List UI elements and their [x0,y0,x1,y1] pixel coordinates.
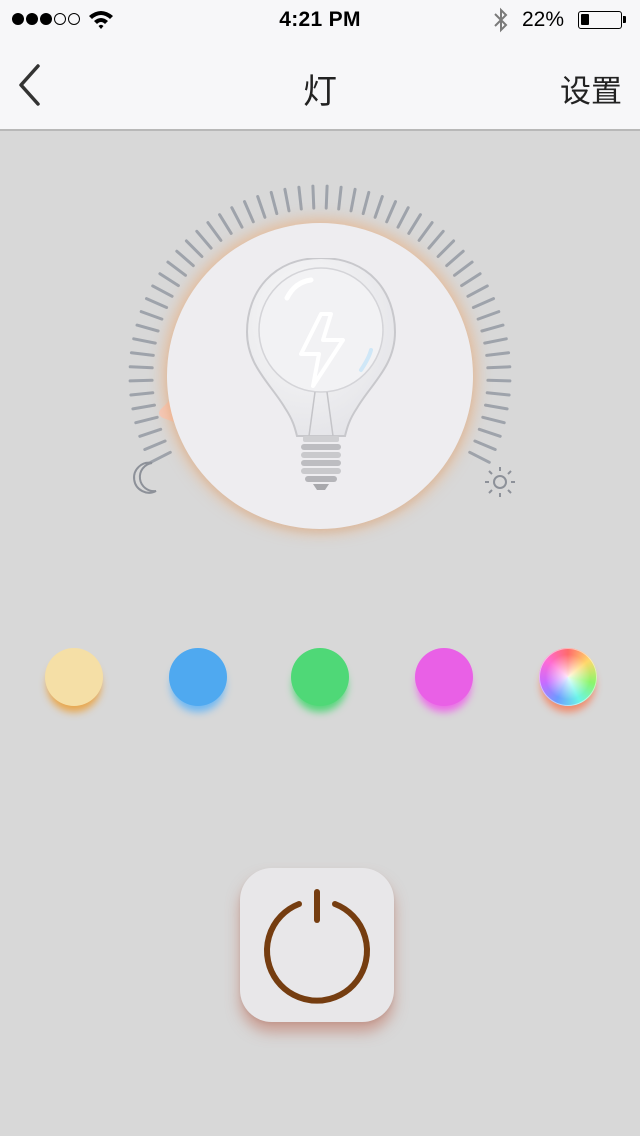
dial-tick [460,272,482,288]
battery-percentage: 22% [522,8,565,31]
dial-tick [206,221,223,242]
dial-tick [175,249,195,268]
bulb-icon [245,258,397,490]
dial-tick [283,187,291,213]
dial-tick [256,195,267,219]
navigation-bar: 灯 设置 [0,40,640,131]
dial-tick [484,403,509,411]
dial-tick [128,378,154,383]
dial-tick [453,260,474,277]
dial-tick [311,184,316,210]
dial-tick [230,206,244,229]
dial-tick [486,378,512,383]
dial-tick [445,249,465,268]
dial-tick [129,391,155,397]
brightness-dial[interactable] [0,130,640,610]
dial-tick [143,439,167,451]
dial-tick [427,229,445,250]
dial-tick [396,206,410,229]
dial-tick [166,260,187,277]
dial-tick [471,297,495,309]
dial-tick [135,323,160,333]
dial-tick [128,365,154,370]
dial-tick [477,427,502,438]
dial-tick [139,310,164,321]
dial-tick [149,450,172,464]
power-button[interactable] [240,868,394,1022]
dial-tick [184,239,204,258]
dial-tick [297,185,303,211]
dial-tick [476,310,501,321]
dial-tick [324,184,329,210]
dial-tick [436,239,456,258]
dial-tick [132,337,157,345]
dial-tick [485,351,511,357]
dial-tick [417,221,434,242]
dial-tick [145,297,169,309]
dial-tick [218,213,233,235]
dial-tick [468,450,491,464]
power-icon [264,889,370,1004]
dial-tick [349,187,357,213]
dial-tick [131,403,156,411]
dial-tick [473,439,497,451]
color-green-button[interactable] [291,648,349,706]
color-pink-button[interactable] [415,648,473,706]
dial-tick [134,415,159,425]
status-bar: 4:21 PM 22% [0,0,640,40]
color-blue-button[interactable] [169,648,227,706]
dial-tick [407,213,422,235]
battery-icon [578,11,622,29]
dial-tick [129,351,155,357]
dial-tick [373,195,384,219]
sun-icon [485,467,515,497]
moon-icon [133,461,157,494]
dial-tick [158,272,180,288]
color-warm-white-button[interactable] [45,648,103,706]
dial-tick [385,200,397,224]
color-rainbow-button[interactable] [539,648,597,706]
dial-tick [269,190,279,216]
dial-tick [486,365,512,370]
dial-tick [480,323,505,333]
page-title: 灯 [303,73,337,111]
dial-tick [481,415,506,425]
dial-tick [466,284,489,298]
settings-button[interactable]: 设置 [560,66,622,111]
dial-tick [151,284,174,298]
bluetooth-icon [494,7,508,33]
dial-tick [337,185,343,211]
dial-tick [138,427,163,438]
dial-tick [195,229,213,250]
color-options [0,648,640,728]
dial-tick [485,391,511,397]
dial-tick [361,190,371,216]
dial-tick [483,337,508,345]
dial-tick [243,200,255,224]
